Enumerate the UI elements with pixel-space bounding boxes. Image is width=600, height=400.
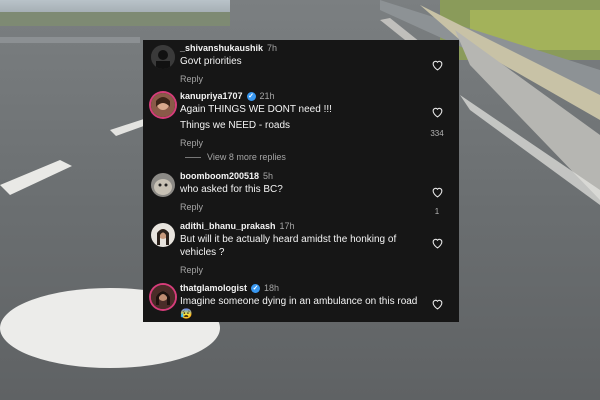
- avatar[interactable]: [151, 173, 175, 197]
- comment-body: thatglamologist ✓ 18h Imagine someone dyin…: [180, 283, 419, 321]
- comment-text: Again THINGS WE DONT need !!!: [180, 104, 332, 115]
- comment-text: Things we NEED - roads: [180, 120, 291, 131]
- like-count: 1: [434, 207, 440, 216]
- reply-button[interactable]: Reply: [180, 74, 419, 84]
- like-button[interactable]: [427, 297, 447, 315]
- like-button[interactable]: [427, 58, 447, 76]
- view-more-replies[interactable]: View 8 more replies: [185, 152, 419, 162]
- comment-username[interactable]: adithi_bhanu_prakash: [180, 221, 276, 231]
- comment-username[interactable]: boomboom200518: [180, 171, 259, 181]
- divider: [185, 156, 201, 158]
- reply-button[interactable]: Reply: [180, 138, 419, 148]
- reply-button[interactable]: Reply: [180, 202, 419, 212]
- comment-body: kanupriya1707 ✓ 21h Again THINGS WE DONT n…: [180, 91, 419, 162]
- heart-outline-icon: [432, 238, 442, 249]
- like-button[interactable]: 1: [427, 185, 447, 216]
- like-count: 334: [430, 129, 444, 138]
- comment-text: Imagine someone dying in an ambulance on…: [180, 296, 418, 320]
- verified-badge-icon: ✓: [251, 283, 260, 293]
- comment-time: 21h: [259, 91, 275, 101]
- verified-badge-icon: ✓: [246, 91, 256, 101]
- comment-body: _shivanshukaushik 7h Govt priorities Repl…: [180, 43, 419, 84]
- comment-body: boomboom200518 5h who asked for this BC? …: [180, 171, 419, 212]
- comment-time: 17h: [279, 221, 295, 231]
- avatar[interactable]: [151, 45, 175, 69]
- like-button[interactable]: [427, 236, 447, 254]
- comment-text: But will it be actually heard amidst the…: [180, 234, 397, 258]
- comments-panel: _shivanshukaushik 7h Govt priorities Repl…: [143, 40, 459, 322]
- like-button[interactable]: 334: [427, 105, 447, 138]
- comment-time: 7h: [267, 43, 278, 53]
- comment-username[interactable]: kanupriya1707: [180, 91, 243, 101]
- comment-text: Govt priorities: [180, 56, 242, 67]
- comment-time: 18h: [264, 283, 280, 293]
- heart-outline-icon: [432, 60, 442, 71]
- comment-username[interactable]: thatglamologist: [180, 283, 247, 293]
- comment-text: who asked for this BC?: [180, 184, 283, 195]
- reply-button[interactable]: Reply: [180, 265, 419, 275]
- avatar[interactable]: [151, 93, 175, 117]
- heart-outline-icon: [432, 299, 442, 310]
- comment-body: adithi_bhanu_prakash 17h But will it be a…: [180, 221, 419, 275]
- avatar[interactable]: [151, 223, 175, 247]
- comment-username[interactable]: _shivanshukaushik: [180, 43, 263, 53]
- view-more-replies-label: View 8 more replies: [207, 152, 286, 162]
- comment-time: 5h: [263, 171, 274, 181]
- heart-outline-icon: [432, 187, 442, 198]
- avatar[interactable]: [151, 285, 175, 309]
- heart-outline-icon: [432, 107, 442, 118]
